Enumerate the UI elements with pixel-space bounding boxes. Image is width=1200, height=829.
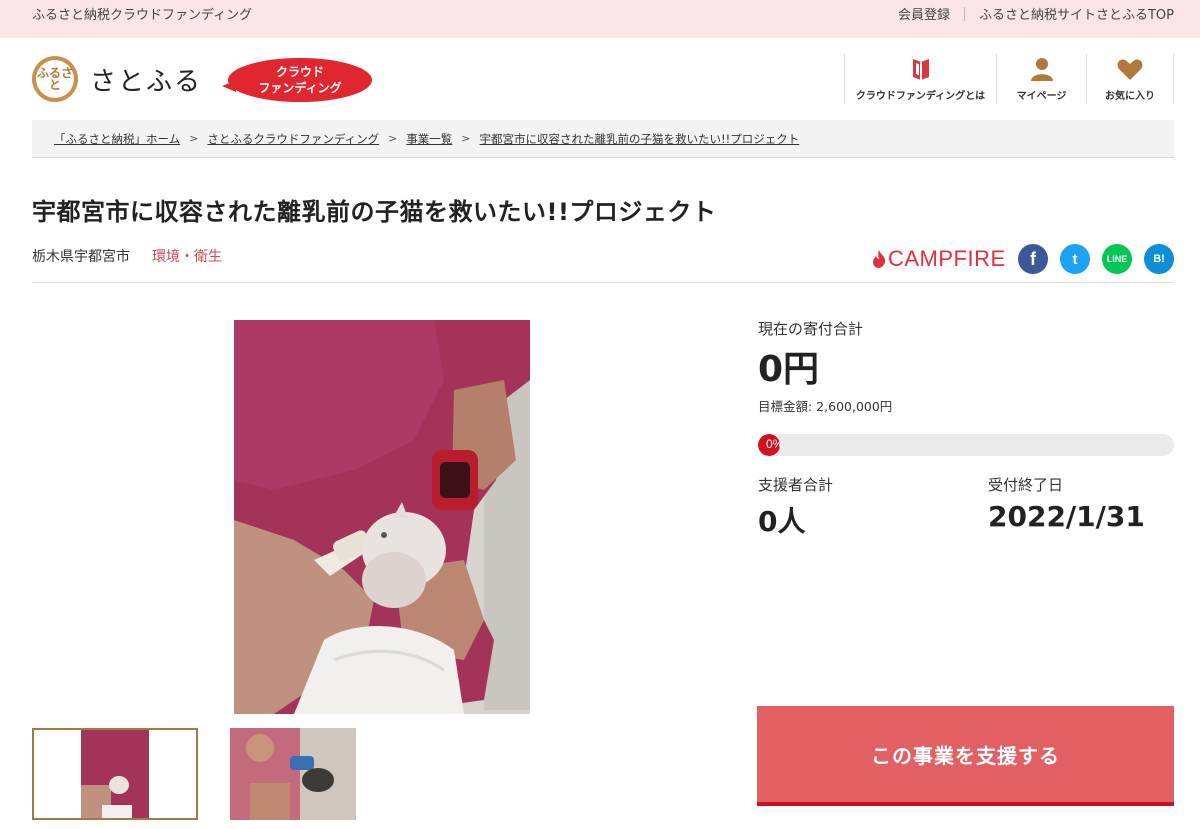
breadcrumb-separator: > [189, 132, 199, 145]
crowdfunding-top-link[interactable]: ふるさと納税クラウドファンディング [32, 4, 252, 23]
flame-icon [873, 250, 886, 268]
supporters-value: 0人 [758, 505, 806, 538]
book-icon [912, 59, 929, 80]
line-share-icon[interactable]: LINE [1102, 244, 1132, 274]
breadcrumb-home[interactable]: 「ふるさと納税」ホーム [54, 131, 180, 147]
current-total-label: 現在の寄付合計 [758, 320, 864, 338]
end-date-label: 受付終了日 [988, 476, 1064, 494]
campfire-logo[interactable]: CAMPFIRE [872, 246, 1006, 272]
progress-percent: 0% [766, 437, 784, 451]
heart-icon [1117, 59, 1143, 80]
project-main-image [234, 320, 530, 714]
partner-name: CAMPFIRE [888, 246, 1006, 271]
badge-label: クラウド ファンディング [228, 58, 372, 102]
category-link[interactable]: 環境・衛生 [152, 246, 222, 266]
hatena-bookmark-icon[interactable]: B! [1144, 244, 1174, 274]
logo-mark-icon: ふるさと [32, 56, 78, 102]
project-meta: 栃木県宇都宮市 環境・衛生 [32, 246, 222, 266]
thumbnail-2[interactable] [230, 728, 356, 820]
kitten-feeding-photo [234, 320, 530, 714]
breadcrumb-current[interactable]: 宇都宮市に収容された離乳前の子猫を救いたい!!プロジェクト [480, 131, 800, 147]
user-icon [1030, 58, 1053, 81]
nav-favorites[interactable]: お気に入り [1086, 54, 1174, 104]
thumbnail-1[interactable] [32, 728, 198, 820]
nav-label: お気に入り [1105, 91, 1155, 102]
top-strip: ふるさと納税クラウドファンディング 会員登録 ふるさと納税サイトさとふるTOP [0, 0, 1200, 38]
twitter-share-icon[interactable]: t [1060, 244, 1090, 274]
nav-about-crowdfunding[interactable]: クラウドファンディングとは [844, 54, 996, 104]
nav-mypage[interactable]: マイページ [996, 54, 1086, 104]
satofull-top-link[interactable]: ふるさと納税サイトさとふるTOP [979, 4, 1174, 23]
page-title: 宇都宮市に収容された離乳前の子猫を救いたい!!プロジェクト [32, 198, 717, 226]
prefecture-label: 栃木県宇都宮市 [32, 249, 130, 265]
logo-text: さとふる [90, 66, 203, 97]
support-project-button[interactable]: この事業を支援する [757, 706, 1174, 806]
top-links: 会員登録 ふるさと納税サイトさとふるTOP [898, 4, 1174, 23]
end-date-value: 2022/1/31 [988, 500, 1145, 533]
header-nav: クラウドファンディングとは マイページ お気に入り [844, 54, 1174, 104]
goal-amount: 目標金額: 2,600,000円 [758, 399, 893, 414]
member-register-link[interactable]: 会員登録 [898, 4, 950, 23]
breadcrumb-separator: > [461, 132, 471, 145]
breadcrumb: 「ふるさと納税」ホーム > さとふるクラウドファンディング > 事業一覧 > 宇… [32, 120, 1174, 158]
thumbnail-image [34, 730, 196, 818]
current-total-value: 0円 [758, 349, 820, 390]
divider [963, 6, 965, 21]
crowdfunding-badge: クラウド ファンディング [222, 58, 372, 102]
site-logo[interactable]: ふるさと さとふる [32, 56, 202, 102]
breadcrumb-projects[interactable]: 事業一覧 [406, 131, 452, 147]
section-divider [32, 282, 1174, 283]
supporters-label: 支援者合計 [758, 476, 834, 494]
progress-bar: 0% [758, 434, 1174, 456]
breadcrumb-crowdfunding[interactable]: さとふるクラウドファンディング [207, 131, 379, 147]
facebook-share-icon[interactable]: f [1018, 244, 1048, 274]
thumbnail-image [230, 728, 356, 820]
nav-label: マイページ [1016, 91, 1067, 102]
nav-label: クラウドファンディングとは [855, 91, 986, 102]
breadcrumb-separator: > [388, 132, 398, 145]
